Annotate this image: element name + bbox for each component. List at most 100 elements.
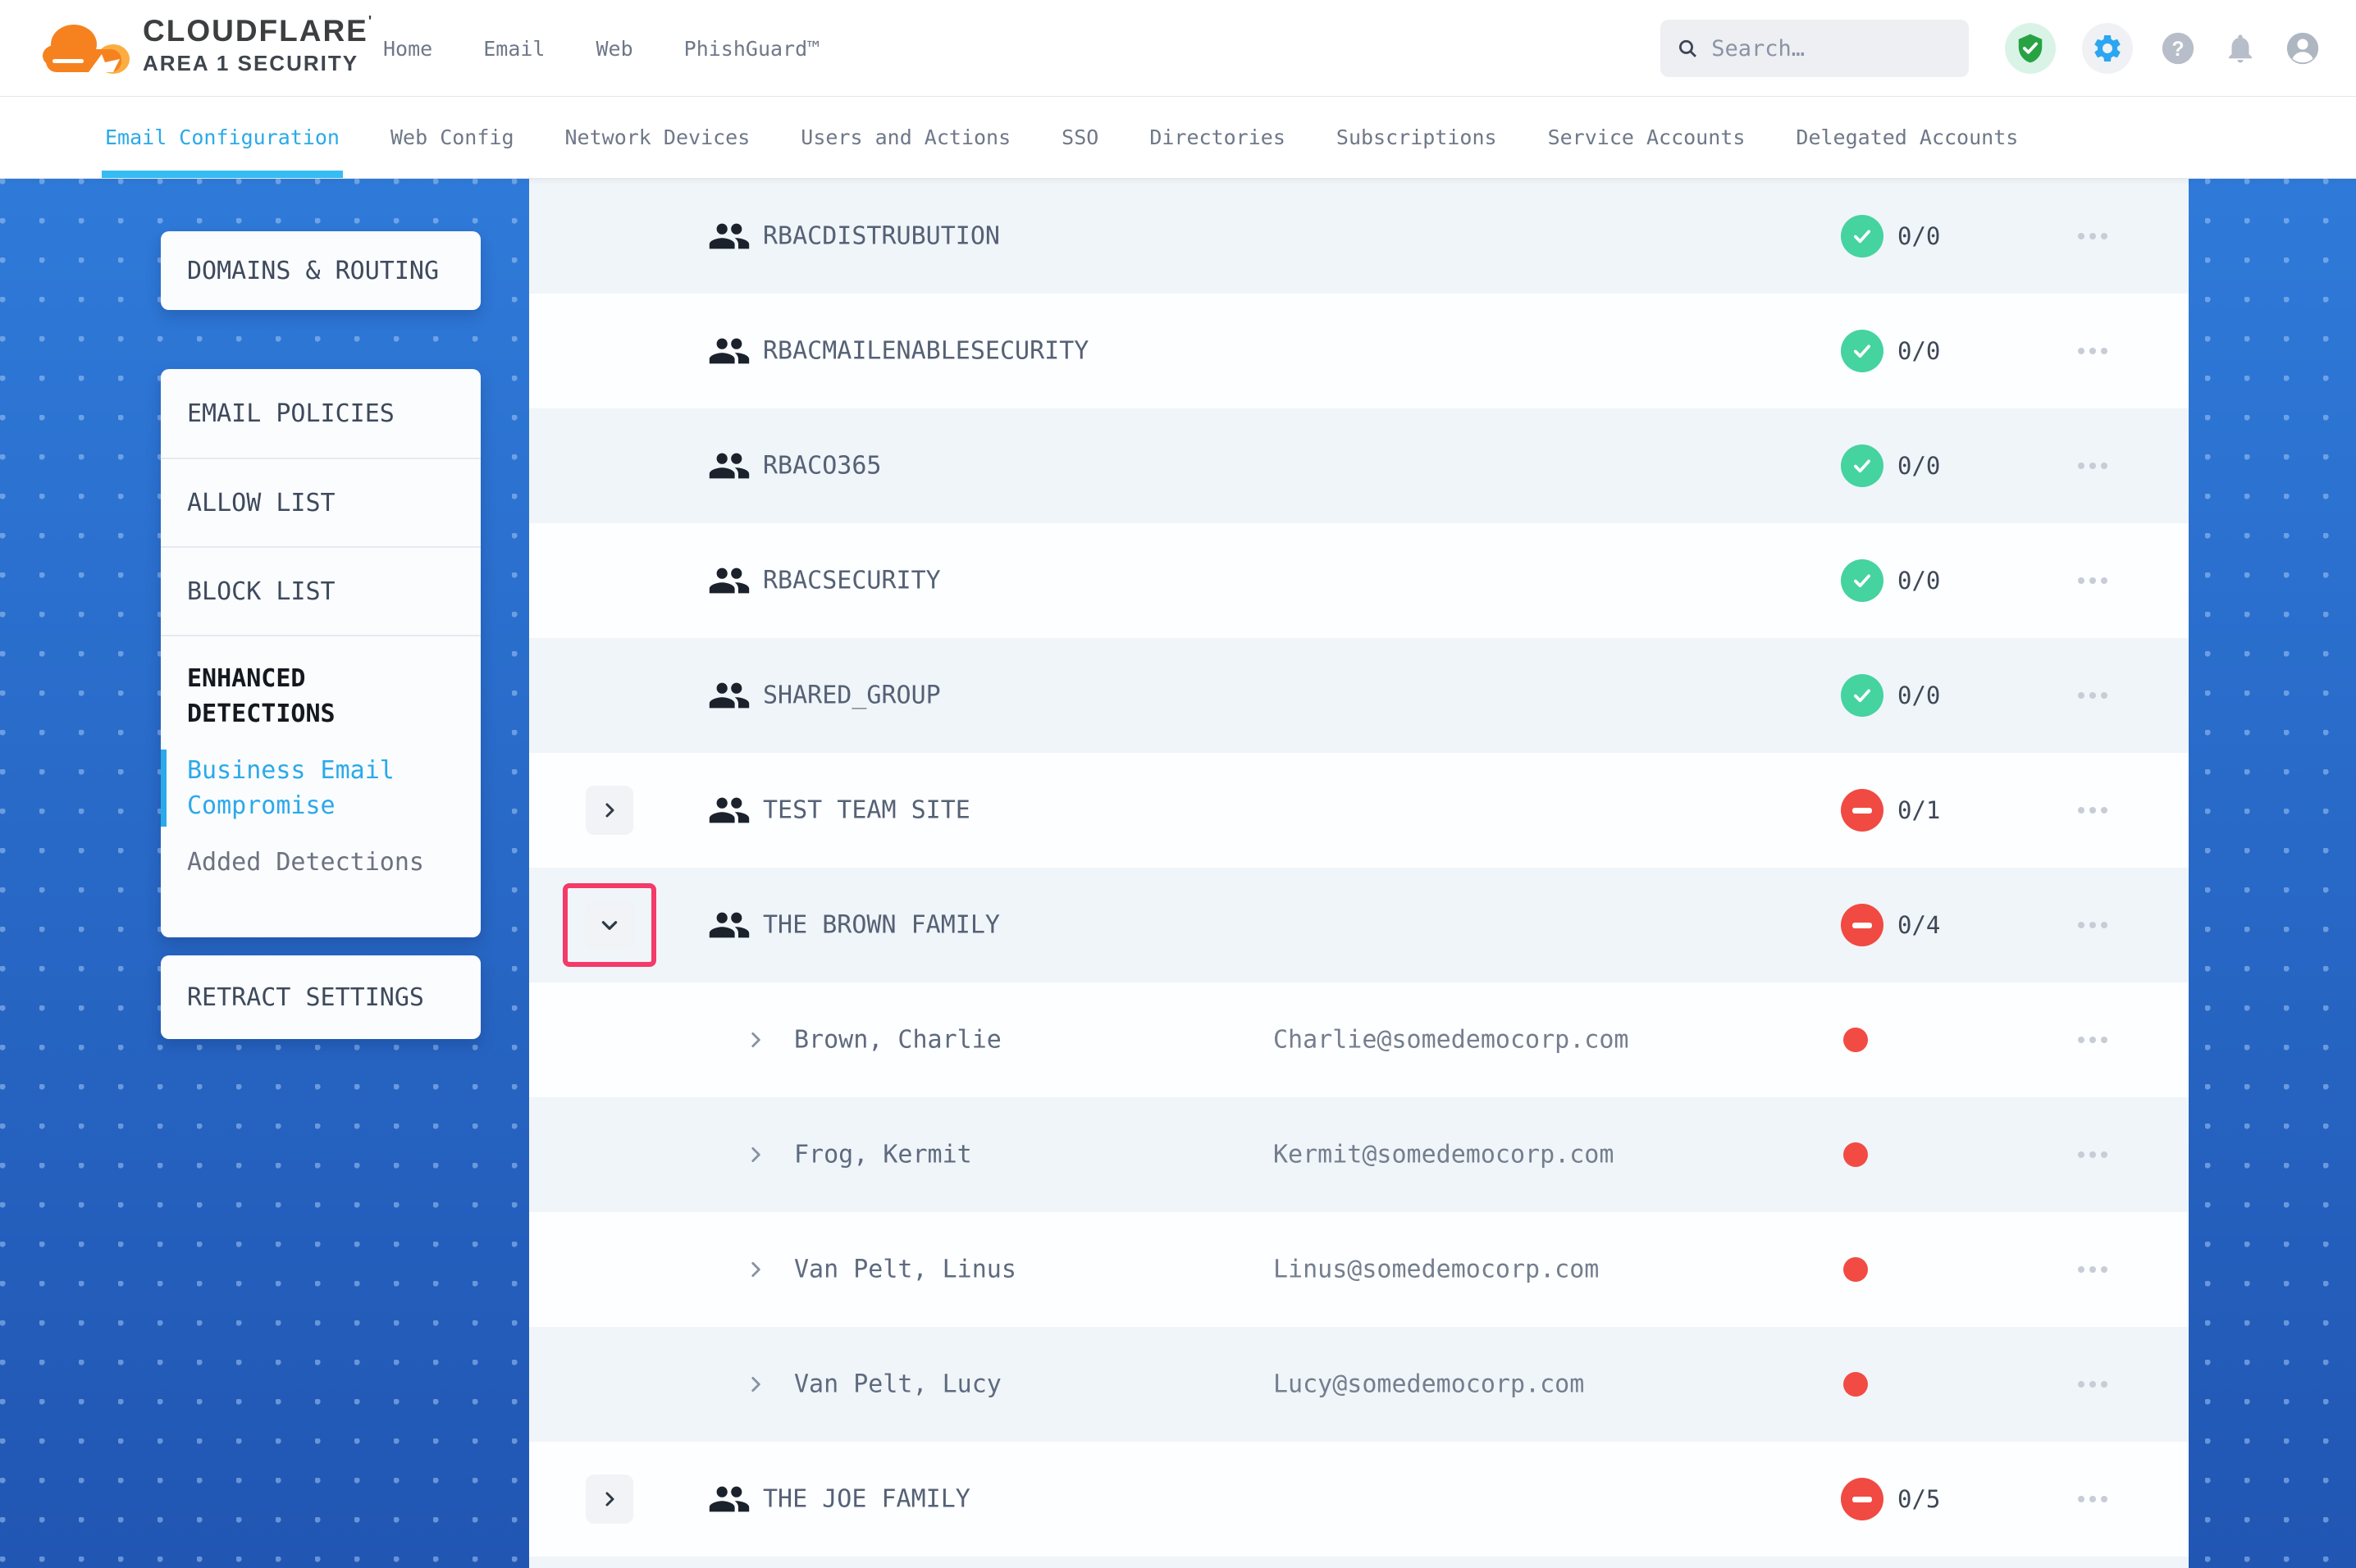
- expand-member-button[interactable]: [745, 1144, 766, 1165]
- sidebar-item-added-detections[interactable]: Added Detections: [161, 845, 481, 880]
- nav-item-email[interactable]: Email: [483, 37, 545, 61]
- table-row-group[interactable]: RBACDISTRUBUTION0/0: [529, 179, 2189, 294]
- expand-member-button[interactable]: [745, 1374, 766, 1395]
- sidebar-item-retract-settings[interactable]: RETRACT SETTINGS: [161, 955, 481, 1039]
- search-box[interactable]: [1660, 20, 1969, 77]
- ellipsis-dot: [2089, 692, 2096, 699]
- table-row-group[interactable]: THE JOE FAMILY0/5: [529, 1442, 2189, 1557]
- row-menu-button[interactable]: [2070, 569, 2116, 592]
- ellipsis-dot: [2078, 1151, 2084, 1158]
- account-button[interactable]: [2284, 30, 2322, 67]
- row-menu-button[interactable]: [2070, 340, 2116, 362]
- sidebar-item-business-email-compromise[interactable]: Business Email Compromise: [161, 753, 481, 823]
- ellipsis-dot: [2101, 1037, 2107, 1043]
- table-row-member[interactable]: Brown, CharlieCharlie@somedemocorp.com: [529, 982, 2189, 1097]
- table-row-group[interactable]: RBACMAILENABLESECURITY0/0: [529, 294, 2189, 408]
- tab-email-configuration[interactable]: Email Configuration: [105, 97, 340, 178]
- expand-group-button[interactable]: [586, 1475, 633, 1524]
- group-icon: [707, 1481, 751, 1517]
- group-icon: [707, 792, 751, 828]
- check-icon: [1850, 683, 1874, 708]
- group-icon: [707, 218, 751, 254]
- tab-web-config[interactable]: Web Config: [390, 97, 514, 178]
- primary-nav: Home Email Web PhishGuard™: [383, 0, 820, 97]
- row-menu-button[interactable]: [2070, 914, 2116, 937]
- member-name: Van Pelt, Lucy: [794, 1370, 1002, 1399]
- row-menu-button[interactable]: [2070, 1258, 2116, 1281]
- check-icon: [1850, 568, 1874, 593]
- cloudflare-cloud-icon: [41, 13, 133, 79]
- help-button[interactable]: ?: [2159, 30, 2197, 67]
- row-menu-button[interactable]: [2070, 454, 2116, 477]
- chevron-right-icon: [745, 1144, 766, 1165]
- expand-member-button[interactable]: [745, 1029, 766, 1051]
- tab-delegated-accounts[interactable]: Delegated Accounts: [1796, 97, 2018, 178]
- ellipsis-dot: [2101, 692, 2107, 699]
- group-name: RBACSECURITY: [763, 567, 941, 595]
- table-row-group[interactable]: TEST TEAM SITE0/1: [529, 753, 2189, 868]
- shield-status-button[interactable]: [2005, 23, 2056, 74]
- chevron-right-icon: [600, 1489, 619, 1509]
- tab-network-devices[interactable]: Network Devices: [565, 97, 751, 178]
- search-input[interactable]: [1711, 36, 1952, 62]
- check-icon: [1850, 224, 1874, 248]
- group-name: THE JOE FAMILY: [763, 1485, 970, 1514]
- group-people-icon-wrap: [707, 218, 751, 254]
- group-icon: [707, 448, 751, 484]
- ellipsis-dot: [2089, 1496, 2096, 1502]
- row-menu-button[interactable]: [2070, 799, 2116, 822]
- status-dot: [1843, 1257, 1868, 1282]
- content-stage: DOMAINS & ROUTING EMAIL POLICIESALLOW LI…: [0, 179, 2356, 1568]
- collapse-group-button[interactable]: [586, 900, 633, 950]
- row-menu-button[interactable]: [2070, 684, 2116, 707]
- group-icon: [707, 563, 751, 599]
- status-badge: [1841, 1478, 1883, 1520]
- nav-item-home[interactable]: Home: [383, 37, 432, 61]
- table-row-member[interactable]: Van Pelt, LinusLinus@somedemocorp.com: [529, 1212, 2189, 1327]
- chevron-right-icon: [745, 1029, 766, 1051]
- check-icon: [1850, 339, 1874, 363]
- table-row-group[interactable]: RBACSECURITY0/0: [529, 523, 2189, 638]
- ellipsis-dot: [2101, 577, 2107, 584]
- row-menu-button[interactable]: [2070, 1488, 2116, 1511]
- ellipsis-dot: [2089, 1381, 2096, 1388]
- tab-directories[interactable]: Directories: [1149, 97, 1285, 178]
- tab-service-accounts[interactable]: Service Accounts: [1548, 97, 1746, 178]
- secondary-nav: Email Configuration Web Config Network Dev…: [0, 97, 2356, 179]
- notifications-button[interactable]: [2223, 31, 2258, 66]
- ellipsis-dot: [2089, 1037, 2096, 1043]
- group-name: RBACO365: [763, 452, 882, 481]
- nav-item-web[interactable]: Web: [596, 37, 632, 61]
- table-row-group[interactable]: RBACO3650/0: [529, 408, 2189, 523]
- group-list-panel: RBACDISTRUBUTION0/0RBACMAILENABLESECURIT…: [529, 179, 2189, 1568]
- expand-member-button[interactable]: [745, 1259, 766, 1280]
- row-menu-button[interactable]: [2070, 1143, 2116, 1166]
- settings-button[interactable]: [2082, 23, 2133, 74]
- shield-check-icon: [2015, 33, 2046, 64]
- tab-users-and-actions[interactable]: Users and Actions: [801, 97, 1011, 178]
- status-dot: [1843, 1028, 1868, 1052]
- table-row-member[interactable]: Frog, KermitKermit@somedemocorp.com: [529, 1097, 2189, 1212]
- row-menu-button[interactable]: [2070, 225, 2116, 248]
- ellipsis-dot: [2078, 1381, 2084, 1388]
- table-row-member[interactable]: Van Pelt, LucyLucy@somedemocorp.com: [529, 1327, 2189, 1442]
- nav-item-phishguard[interactable]: PhishGuard™: [684, 37, 820, 61]
- search-icon: [1677, 36, 1698, 61]
- ellipsis-dot: [2078, 577, 2084, 584]
- table-row-group[interactable]: THE BROWN FAMILY0/4: [529, 868, 2189, 982]
- tab-subscriptions[interactable]: Subscriptions: [1336, 97, 1497, 178]
- tab-sso[interactable]: SSO: [1062, 97, 1098, 178]
- sidebar-item-domains-routing[interactable]: DOMAINS & ROUTING: [161, 231, 481, 310]
- sidebar-item-block-list[interactable]: BLOCK LIST: [161, 546, 481, 635]
- row-menu-button[interactable]: [2070, 1373, 2116, 1396]
- ellipsis-dot: [2089, 348, 2096, 354]
- row-menu-button[interactable]: [2070, 1028, 2116, 1051]
- sidebar-item-allow-list[interactable]: ALLOW LIST: [161, 458, 481, 546]
- table-row-group[interactable]: SHARED_GROUP0/0: [529, 638, 2189, 753]
- sidebar-policies-card: EMAIL POLICIESALLOW LISTBLOCK LIST ENHAN…: [161, 369, 481, 937]
- group-icon: [707, 333, 751, 369]
- ellipsis-dot: [2078, 1266, 2084, 1273]
- sidebar-item-email-policies[interactable]: EMAIL POLICIES: [161, 369, 481, 458]
- expand-group-button[interactable]: [586, 786, 633, 835]
- status-dot: [1843, 1142, 1868, 1167]
